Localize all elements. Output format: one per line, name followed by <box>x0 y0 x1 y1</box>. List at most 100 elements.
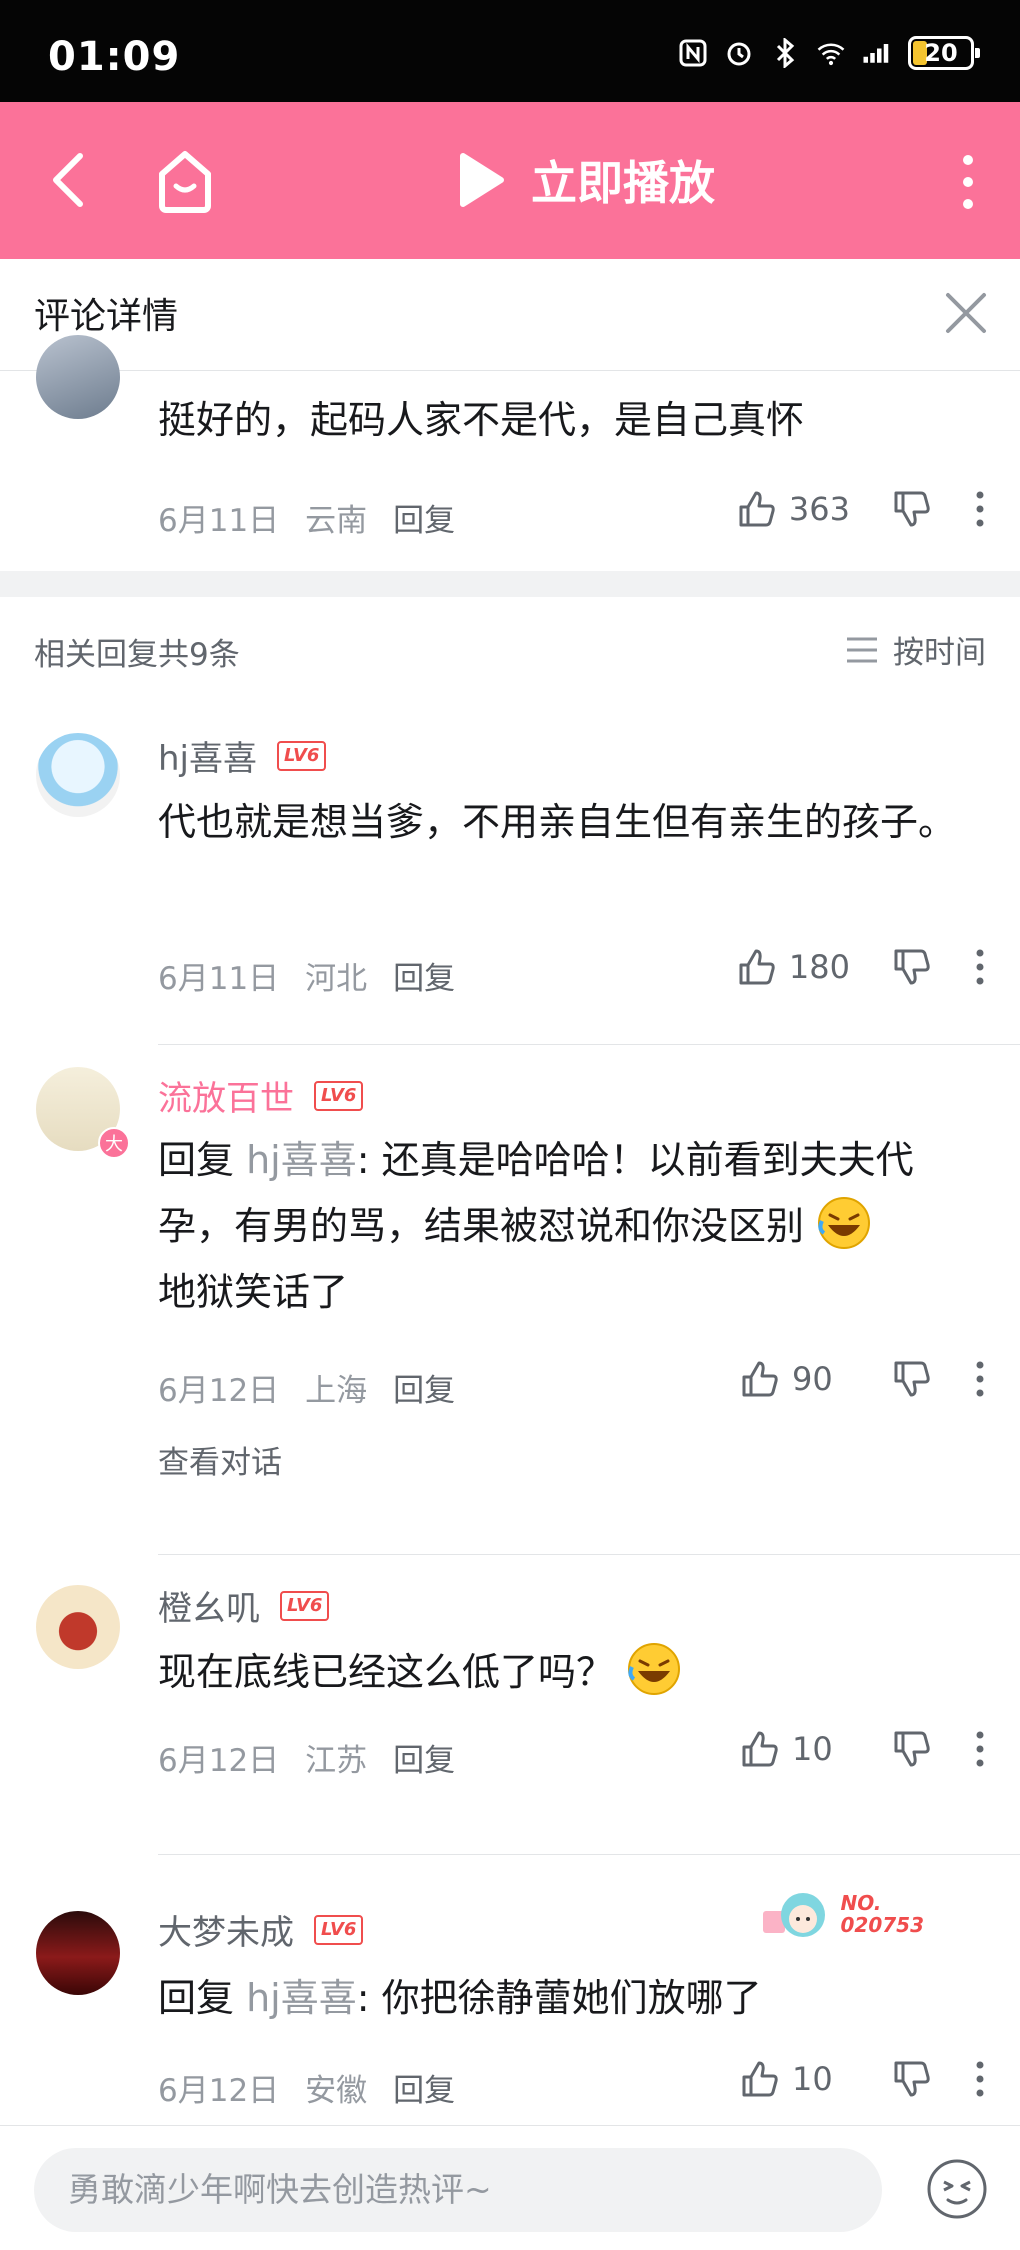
reply-button[interactable]: 回复 <box>393 953 455 998</box>
avatar[interactable]: 大 <box>36 1067 130 1159</box>
play-now-button[interactable]: 立即播放 <box>455 147 715 213</box>
like-count: 90 <box>792 1360 833 1398</box>
comment-text: 代也就是想当爹，不用亲自生但有亲生的孩子。 <box>158 800 957 844</box>
play-now-label: 立即播放 <box>531 156 715 210</box>
comment-location: 安徽 <box>305 2073 368 2109</box>
comment-location: 云南 <box>305 503 368 539</box>
dislike-icon[interactable] <box>890 2057 934 2101</box>
more-icon[interactable] <box>974 2059 986 2099</box>
more-icon[interactable] <box>974 1359 986 1399</box>
status-icons: 20 <box>678 36 980 70</box>
dislike-icon[interactable] <box>890 1727 934 1771</box>
comment-input[interactable]: 勇敢滴少年啊快去创造热评~ <box>34 2148 882 2232</box>
home-icon[interactable] <box>154 142 216 218</box>
sort-button[interactable]: 按时间 <box>845 627 986 672</box>
laugh-emoji-icon <box>818 1197 871 1249</box>
comment-actions: 10 <box>738 2057 986 2101</box>
reply-button[interactable]: 回复 <box>393 1735 455 1780</box>
sort-icon <box>847 637 877 662</box>
dislike-icon[interactable] <box>890 945 934 989</box>
comment-meta: 6月11日 河北 回复 <box>158 953 455 998</box>
comment-text: 现在底线已经这么低了吗？ <box>158 1639 980 1705</box>
avatar[interactable] <box>36 733 120 817</box>
reply-button[interactable]: 回复 <box>393 1365 455 1410</box>
comment-meta: 6月12日 上海 回复 <box>158 1365 455 1410</box>
level-badge: LV6 <box>314 1914 364 1945</box>
signal-icon <box>862 38 892 68</box>
comment-actions: 363 <box>735 487 986 531</box>
comment-text: 回复 hj喜喜: 你把徐静蕾她们放哪了 <box>158 1976 762 2020</box>
top-bar: 立即播放 <box>0 102 1020 259</box>
mention-link[interactable]: hj喜喜 <box>246 1138 357 1182</box>
root-comment: 挺好的，起码人家不是代，是自己真怀 6月11日 云南 回复 363 <box>0 335 1020 571</box>
related-count: 相关回复共9条 <box>34 637 240 673</box>
comment-location: 江苏 <box>305 1743 368 1779</box>
dislike-icon[interactable] <box>890 1357 934 1401</box>
avatar[interactable] <box>36 335 120 419</box>
more-icon[interactable] <box>974 489 986 529</box>
level-badge: LV6 <box>280 1590 330 1621</box>
nfc-icon <box>678 38 708 68</box>
view-conversation-link[interactable]: 查看对话 <box>158 1437 282 1482</box>
comment-text: 回复 hj喜喜: 还真是哈哈哈！以前看到夫夫代孕，有男的骂，结果被怼说和你没区别… <box>158 1138 914 1314</box>
mention-link[interactable]: hj喜喜 <box>246 1976 357 2020</box>
battery-indicator: 20 <box>908 36 980 70</box>
status-time: 01:09 <box>48 34 181 80</box>
like-icon[interactable] <box>738 1357 782 1401</box>
like-icon[interactable] <box>738 1727 782 1771</box>
wifi-icon <box>816 38 846 68</box>
comment-actions: 90 <box>738 1357 986 1401</box>
comment-date: 6月12日 <box>158 1743 280 1779</box>
comment-date: 6月11日 <box>158 961 280 997</box>
comment-location: 上海 <box>305 1373 368 1409</box>
avatar[interactable] <box>36 1911 120 1995</box>
more-options-icon[interactable] <box>956 152 980 212</box>
laugh-emoji-icon <box>628 1643 681 1695</box>
avatar[interactable] <box>36 1585 120 1669</box>
comment-location: 河北 <box>305 961 368 997</box>
section-divider <box>0 571 1020 597</box>
like-icon[interactable] <box>738 2057 782 2101</box>
reply-button[interactable]: 回复 <box>393 2065 455 2110</box>
comment-meta: 6月12日 安徽 回复 <box>158 2065 455 2110</box>
comment-date: 6月12日 <box>158 1373 280 1409</box>
fan-badge: NO. 020753 <box>759 1877 924 1951</box>
like-count: 10 <box>792 1730 833 1768</box>
dislike-icon[interactable] <box>890 487 934 531</box>
reply-item: 橙幺叽 LV6 现在底线已经这么低了吗？ 6月12日 江苏 回复 10 <box>0 1555 1020 1855</box>
level-badge: LV6 <box>314 1080 364 1111</box>
comment-actions: 180 <box>735 945 986 989</box>
sort-label: 按时间 <box>893 635 986 671</box>
comment-date: 6月11日 <box>158 503 280 539</box>
comment-meta: 6月12日 江苏 回复 <box>158 1735 455 1780</box>
related-replies-header: 相关回复共9条 按时间 <box>0 597 1020 705</box>
comment-date: 6月12日 <box>158 2073 280 2109</box>
comment-meta: 6月11日 云南 回复 <box>158 495 455 540</box>
level-badge: LV6 <box>277 740 327 771</box>
reply-item: hj喜喜 LV6 代也就是想当爹，不用亲自生但有亲生的孩子。 6月11日 河北 … <box>0 705 1020 1045</box>
alarm-icon <box>724 38 754 68</box>
username[interactable]: 流放百世 LV6 <box>158 1071 364 1120</box>
back-icon[interactable] <box>42 148 102 212</box>
username[interactable]: 橙幺叽 LV6 <box>158 1581 330 1630</box>
reply-button[interactable]: 回复 <box>393 495 455 540</box>
more-icon[interactable] <box>974 947 986 987</box>
reply-item: 大 流放百世 LV6 回复 hj喜喜: 还真是哈哈哈！以前看到夫夫代孕，有男的骂… <box>0 1045 1020 1555</box>
username[interactable]: 大梦未成 LV6 <box>158 1905 364 1954</box>
comment-input-bar: 勇敢滴少年啊快去创造热评~ <box>0 2125 1020 2250</box>
status-bar: 01:09 20 <box>0 0 1020 102</box>
play-icon <box>460 153 504 207</box>
emoji-icon[interactable] <box>924 2156 990 2222</box>
more-icon[interactable] <box>974 1729 986 1769</box>
username[interactable]: hj喜喜 LV6 <box>158 731 327 780</box>
comment-detail-header: 评论详情 <box>0 259 1020 371</box>
vip-badge: 大 <box>98 1127 130 1159</box>
page-title: 评论详情 <box>34 296 179 337</box>
like-icon[interactable] <box>735 945 779 989</box>
like-count: 10 <box>792 2060 833 2098</box>
close-icon[interactable] <box>934 281 998 345</box>
bluetooth-icon <box>770 38 800 68</box>
comment-text: 挺好的，起码人家不是代，是自己真怀 <box>158 398 805 442</box>
comment-actions: 10 <box>738 1727 986 1771</box>
like-icon[interactable] <box>735 487 779 531</box>
